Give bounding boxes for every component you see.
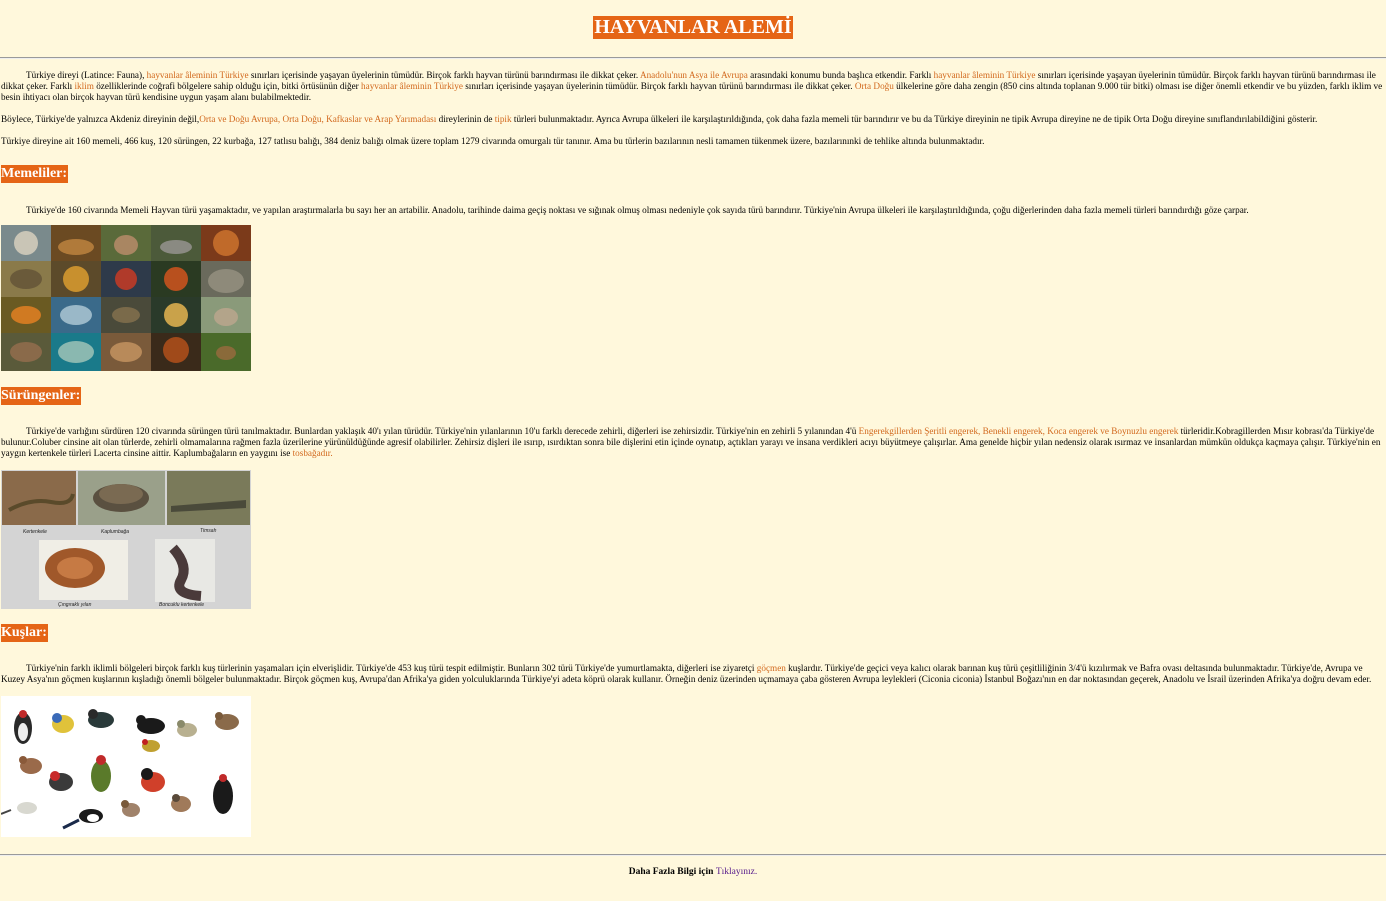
reptiles-collage-image: Kertenkele Kaplumbağa Timsah Çıngıraklı … bbox=[1, 470, 251, 609]
mammals-collage-image bbox=[1, 225, 251, 371]
footer-divider bbox=[0, 854, 1386, 856]
text-segment: Böylece, Türkiye'de yalnızca Akdeniz dir… bbox=[1, 114, 200, 124]
inline-link[interactable]: tipik bbox=[495, 114, 512, 124]
inline-link[interactable]: göçmen bbox=[757, 663, 786, 673]
memeliler-paragraph: Türkiye'de 160 civarında Memeli Hayvan t… bbox=[1, 205, 1383, 216]
text-segment: arasındaki konumu bunda başlıca etkendir… bbox=[747, 70, 934, 80]
footer: Daha Fazla Bilgi için Tıklayınız. bbox=[0, 867, 1386, 877]
caption-boncuklu-kertenkele: Boncuklu kertenkele bbox=[159, 602, 204, 608]
inline-link[interactable]: Orta ve Doğu Avrupa, Orta Doğu, Kafkasla… bbox=[199, 114, 436, 124]
inline-link[interactable]: hayvanlar âleminin Türkiye bbox=[147, 70, 249, 80]
inline-link[interactable]: Orta Doğu bbox=[855, 81, 894, 91]
intro-paragraph-3: Türkiye direyine ait 160 memeli, 466 kuş… bbox=[1, 136, 1383, 147]
page-title-wrap: HAYVANLAR ALEMİ bbox=[0, 0, 1386, 41]
text-segment: Türkiye direyine ait 160 memeli, 466 kuş… bbox=[1, 136, 985, 146]
kuslar-paragraph: Türkiye'nin farklı iklimli bölgeleri bir… bbox=[1, 663, 1383, 685]
text-segment: Türkiye'de varlığını sürdüren 120 civarı… bbox=[26, 426, 859, 436]
surungenler-paragraph: Türkiye'de varlığını sürdüren 120 civarı… bbox=[1, 426, 1383, 459]
page-title: HAYVANLAR ALEMİ bbox=[593, 16, 793, 39]
more-info-link[interactable]: Tıklayınız. bbox=[716, 867, 757, 877]
section-heading-surungenler: Sürüngenler: bbox=[1, 387, 82, 405]
text-segment: özelliklerinde coğrafi bölgelere sahip o… bbox=[93, 81, 362, 91]
text-segment: türleri bulunmaktadır. Ayrıca Avrupa ülk… bbox=[511, 114, 1318, 124]
intro-paragraph-1: Türkiye direyi (Latince: Fauna), hayvanl… bbox=[1, 70, 1383, 103]
caption-timsah: Timsah bbox=[200, 528, 217, 534]
text-segment: Türkiye'nin farklı iklimli bölgeleri bir… bbox=[26, 663, 757, 673]
caption-kertenkele: Kertenkele bbox=[23, 529, 47, 535]
text-segment: direylerinin de bbox=[436, 114, 495, 124]
text-segment: sınırları içerisinde yaşayan üyelerinin … bbox=[248, 70, 640, 80]
section-heading-kuslar: Kuşlar: bbox=[1, 624, 48, 642]
footer-text: Daha Fazla Bilgi için bbox=[628, 867, 716, 877]
text-segment: sınırları içerisinde yaşayan üyelerinin … bbox=[462, 81, 855, 91]
text-segment: Türkiye direyi (Latince: Fauna), bbox=[26, 70, 147, 80]
intro-paragraph-2: Böylece, Türkiye'de yalnızca Akdeniz dir… bbox=[1, 114, 1383, 125]
caption-cingirakli-yilan: Çıngıraklı yılan bbox=[58, 602, 92, 608]
birds-collage-image bbox=[1, 696, 251, 837]
caption-kaplumbaga: Kaplumbağa bbox=[101, 529, 129, 535]
inline-link[interactable]: iklim bbox=[74, 81, 93, 91]
inline-link[interactable]: tosbağadır. bbox=[293, 448, 333, 458]
inline-link[interactable]: Anadolu'nun Asya ile Avrupa bbox=[640, 70, 748, 80]
inline-link[interactable]: Engerekgillerden Şeritli engerek, Benekl… bbox=[859, 426, 1179, 436]
section-heading-memeliler: Memeliler: bbox=[1, 165, 69, 183]
inline-link[interactable]: hayvanlar âleminin Türkiye bbox=[934, 70, 1036, 80]
inline-link[interactable]: hayvanlar âleminin Türkiye bbox=[361, 81, 463, 91]
text-segment: Türkiye'de 160 civarında Memeli Hayvan t… bbox=[26, 205, 1249, 215]
